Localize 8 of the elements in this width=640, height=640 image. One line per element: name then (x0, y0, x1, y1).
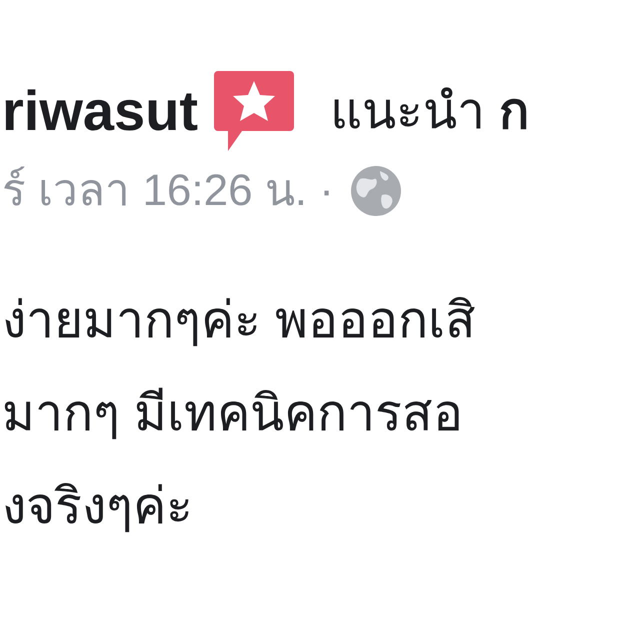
page-name[interactable]: ก (499, 74, 530, 148)
review-text-line: งจริงๆค่ะ (2, 477, 194, 536)
recommend-text: แนะนำ (330, 82, 486, 140)
review-star-icon (212, 69, 296, 153)
globe-icon (350, 165, 402, 217)
review-text-line: มากๆ มีเทคนิคการสอ (2, 384, 464, 443)
author-name[interactable]: riwasut (2, 69, 198, 153)
review-text-line: ง่ายมากๆค่ะ พอออกเสิ (2, 291, 477, 350)
